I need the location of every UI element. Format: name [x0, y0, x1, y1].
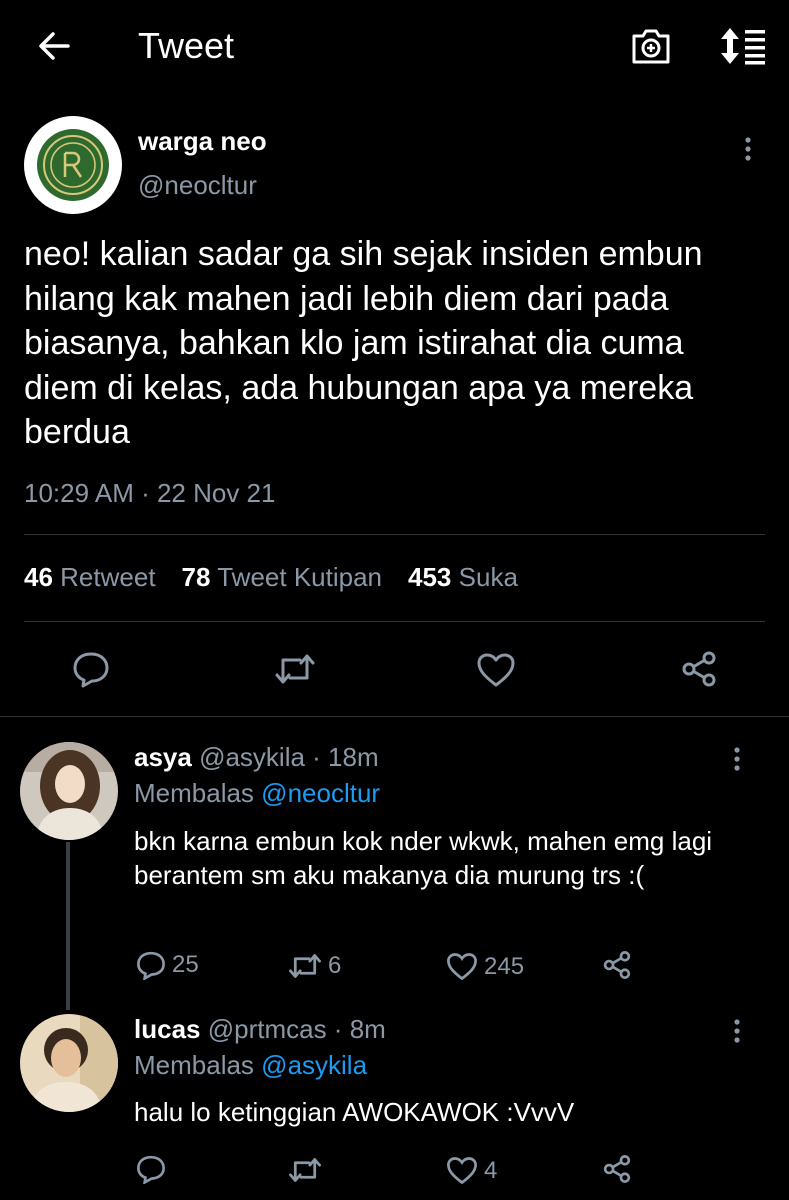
- back-button[interactable]: [36, 28, 72, 64]
- more-options-button[interactable]: [733, 746, 741, 772]
- divider: [24, 534, 765, 535]
- retweet-button[interactable]: [274, 652, 316, 686]
- timestamp[interactable]: 10:29 AM · 22 Nov 21: [24, 478, 275, 509]
- reply-icon: [137, 951, 165, 980]
- display-name[interactable]: lucas: [134, 1014, 201, 1044]
- like-count[interactable]: 453 Suka: [408, 562, 518, 593]
- school-logo-icon: [37, 129, 109, 201]
- reply-icon: [73, 652, 109, 688]
- thread-line: [66, 842, 70, 1010]
- like-button[interactable]: 4: [446, 1156, 497, 1185]
- page-title: Tweet: [138, 25, 235, 66]
- retweet-icon: [289, 954, 321, 978]
- retweet-button[interactable]: [288, 1156, 328, 1184]
- mention-link[interactable]: @neocltur: [261, 778, 380, 808]
- replying-to: Membalas @asykila: [134, 1050, 368, 1080]
- reply-header[interactable]: asya @asykila · 18m: [134, 742, 379, 773]
- mention-link[interactable]: @asykila: [261, 1050, 367, 1080]
- camera-add-icon: [632, 29, 670, 64]
- retweet-count[interactable]: 46 Retweet: [24, 562, 156, 593]
- like-count: 245: [484, 952, 525, 980]
- more-vertical-icon: [734, 747, 740, 771]
- share-icon: [603, 951, 631, 979]
- sort-button[interactable]: [718, 26, 768, 66]
- reply-button[interactable]: [72, 650, 110, 688]
- heart-icon: [447, 1157, 477, 1185]
- reply-count: 25: [172, 951, 199, 978]
- handle-time: @asykila · 18m: [199, 742, 379, 772]
- retweet-icon: [289, 1158, 321, 1182]
- quote-count[interactable]: 78 Tweet Kutipan: [182, 562, 382, 593]
- heart-icon: [477, 653, 515, 687]
- like-button[interactable]: [476, 652, 516, 688]
- divider: [24, 621, 765, 622]
- retweet-button[interactable]: 6: [288, 952, 341, 980]
- tweet-stats: 46 Retweet 78 Tweet Kutipan 453 Suka: [24, 562, 544, 593]
- display-name[interactable]: warga neo: [138, 126, 267, 157]
- reply-header[interactable]: lucas @prtmcas · 8m: [134, 1014, 386, 1045]
- handle[interactable]: @neocltur: [138, 170, 257, 201]
- share-icon: [682, 651, 716, 687]
- sort-icon: [721, 28, 765, 65]
- reply-button[interactable]: [136, 1154, 172, 1184]
- divider: [0, 716, 789, 717]
- more-options-button[interactable]: [733, 1018, 741, 1044]
- heart-icon: [447, 953, 477, 981]
- more-vertical-icon: [734, 1019, 740, 1043]
- more-vertical-icon: [745, 137, 751, 161]
- display-name[interactable]: asya: [134, 742, 192, 772]
- camera-button[interactable]: [630, 26, 672, 66]
- avatar[interactable]: [20, 742, 118, 840]
- reply-text: halu lo ketinggian AWOKAWOK :VvvV: [134, 1097, 575, 1127]
- reply-button[interactable]: 25: [136, 950, 199, 980]
- reply-text: bkn karna embun kok nder wkwk, mahen emg…: [134, 826, 713, 890]
- more-options-button[interactable]: [744, 136, 752, 162]
- retweet-icon: [275, 654, 315, 684]
- avatar[interactable]: [20, 1014, 118, 1112]
- share-icon: [603, 1155, 631, 1183]
- replying-to: Membalas @neocltur: [134, 778, 381, 808]
- share-button[interactable]: [602, 950, 632, 980]
- like-button[interactable]: 245: [446, 952, 524, 981]
- avatar-photo-icon: [20, 742, 118, 840]
- share-button[interactable]: [602, 1154, 632, 1184]
- avatar[interactable]: [24, 116, 122, 214]
- share-button[interactable]: [680, 650, 718, 688]
- tweet-text: neo! kalian sadar ga sih sejak insiden e…: [24, 235, 703, 451]
- like-count: 4: [484, 1156, 498, 1184]
- avatar-photo-icon: [20, 1014, 118, 1112]
- back-arrow-icon: [39, 32, 70, 60]
- reply-icon: [137, 1155, 165, 1184]
- retweet-count: 6: [328, 952, 342, 979]
- handle-time: @prtmcas · 8m: [207, 1014, 386, 1044]
